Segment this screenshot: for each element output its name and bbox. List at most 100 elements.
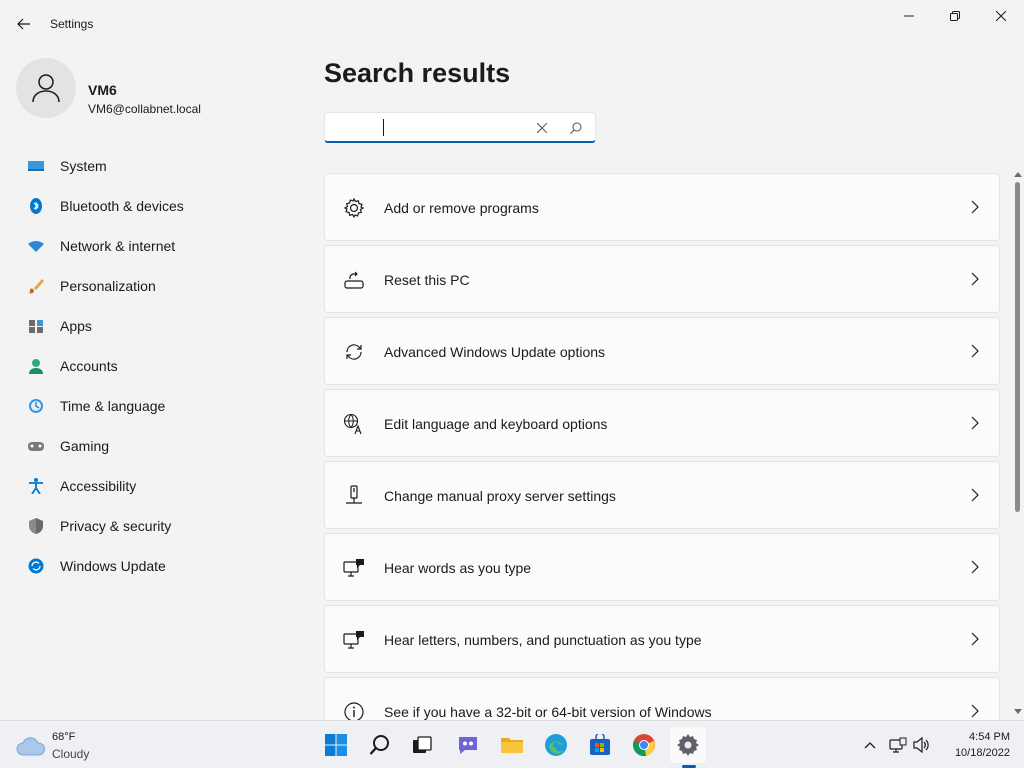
sidebar-item-accessibility[interactable]: Accessibility	[0, 466, 300, 506]
file-explorer-button[interactable]	[494, 727, 530, 763]
sidebar-item-label: Accessibility	[60, 478, 137, 494]
sidebar-item-network[interactable]: Network & internet	[0, 226, 300, 266]
gear-icon	[677, 734, 699, 756]
folder-icon	[501, 738, 523, 753]
result-proxy-server[interactable]: Change manual proxy server settings	[324, 461, 1000, 529]
page-title: Search results	[324, 58, 511, 88]
result-hear-words[interactable]: Hear words as you type	[324, 533, 1000, 601]
result-add-remove-programs[interactable]: Add or remove programs	[324, 173, 1000, 241]
sidebar-item-privacy-security[interactable]: Privacy & security	[0, 506, 300, 546]
search-input[interactable]	[333, 117, 513, 138]
close-icon	[996, 11, 1006, 21]
result-reset-pc[interactable]: Reset this PC	[324, 245, 1000, 313]
volume-tray-button[interactable]	[912, 735, 932, 755]
time-language-icon	[29, 399, 43, 413]
clear-search-button[interactable]	[533, 119, 551, 137]
chat-button[interactable]	[450, 727, 486, 763]
task-view-button[interactable]	[404, 727, 440, 763]
sidebar-item-label: Network & internet	[60, 238, 176, 254]
sync-icon	[346, 344, 362, 360]
avatar	[16, 58, 76, 118]
result-label: Hear letters, numbers, and punctuation a…	[384, 632, 702, 648]
weather-widget[interactable]: 68°F Cloudy	[16, 729, 136, 763]
brush-icon	[29, 279, 44, 294]
vertical-scrollbar[interactable]	[1012, 170, 1024, 718]
result-hear-letters[interactable]: Hear letters, numbers, and punctuation a…	[324, 605, 1000, 673]
result-language-keyboard[interactable]: Edit language and keyboard options	[324, 389, 1000, 457]
clock[interactable]: 4:54 PM 10/18/2022	[940, 729, 1010, 761]
result-label: Reset this PC	[384, 272, 470, 288]
accessibility-icon	[29, 478, 43, 494]
window-title: Settings	[50, 17, 94, 31]
sidebar-item-accounts[interactable]: Accounts	[0, 346, 300, 386]
narrator-icon	[343, 559, 364, 577]
user-profile[interactable]: VM6 VM6@collabnet.local	[16, 58, 296, 118]
chevron-right-icon	[971, 704, 979, 718]
search-button[interactable]	[567, 119, 585, 137]
taskbar-search-button[interactable]	[362, 727, 398, 763]
maximize-button[interactable]	[932, 0, 978, 32]
info-icon	[344, 702, 364, 720]
result-32-64-bit[interactable]: See if you have a 32-bit or 64-bit versi…	[324, 677, 1000, 720]
result-label: Advanced Windows Update options	[384, 344, 606, 360]
sidebar-item-label: Personalization	[60, 278, 156, 294]
sidebar-item-gaming[interactable]: Gaming	[0, 426, 300, 466]
sidebar-item-personalization[interactable]: Personalization	[0, 266, 300, 306]
windows-logo-icon	[325, 734, 347, 756]
scroll-down-arrow-icon[interactable]	[1014, 706, 1022, 716]
text-cursor	[383, 119, 384, 136]
sidebar-item-label: Privacy & security	[60, 518, 172, 534]
scroll-up-arrow-icon[interactable]	[1014, 170, 1022, 180]
shield-icon	[29, 518, 43, 534]
sidebar-item-system[interactable]: System	[0, 146, 300, 186]
back-button[interactable]	[10, 10, 38, 38]
sidebar-item-label: Apps	[60, 318, 92, 334]
chevron-right-icon	[971, 344, 979, 358]
sidebar-item-windows-update[interactable]: Windows Update	[0, 546, 300, 586]
search-box[interactable]	[324, 112, 596, 143]
gear-icon	[343, 197, 365, 219]
profile-email: VM6@collabnet.local	[88, 102, 201, 116]
sidebar-item-bluetooth-devices[interactable]: Bluetooth & devices	[0, 186, 300, 226]
store-button[interactable]	[582, 727, 618, 763]
speaker-icon	[913, 737, 929, 753]
restore-icon	[950, 11, 960, 21]
system-icon	[28, 161, 44, 171]
clock-date: 10/18/2022	[954, 747, 1010, 759]
clock-time: 4:54 PM	[969, 731, 1010, 743]
sidebar-item-label: Accounts	[60, 358, 118, 374]
sidebar-item-label: Bluetooth & devices	[60, 198, 184, 214]
result-advanced-windows-update[interactable]: Advanced Windows Update options	[324, 317, 1000, 385]
scroll-thumb[interactable]	[1015, 182, 1020, 512]
minimize-button[interactable]	[886, 0, 932, 32]
edge-button[interactable]	[538, 727, 574, 763]
sidebar-item-label: Time & language	[60, 398, 166, 414]
minimize-icon	[904, 15, 914, 17]
store-icon	[590, 734, 610, 755]
main-content: Search results Add or remove programs Re…	[300, 48, 1024, 720]
language-icon	[343, 413, 362, 435]
chevron-right-icon	[971, 632, 979, 646]
chrome-button[interactable]	[626, 727, 662, 763]
chevron-right-icon	[971, 272, 979, 286]
cloud-icon	[16, 737, 45, 756]
start-button[interactable]	[318, 727, 354, 763]
chevron-right-icon	[971, 560, 979, 574]
result-label: See if you have a 32-bit or 64-bit versi…	[384, 704, 712, 720]
taskbar: 68°F Cloudy 4:54 PM 10/18/2022	[0, 720, 1024, 768]
narrator-icon	[343, 631, 364, 649]
sidebar-item-time-language[interactable]: Time & language	[0, 386, 300, 426]
close-button[interactable]	[978, 0, 1024, 32]
chevron-right-icon	[971, 488, 979, 502]
apps-icon	[29, 320, 43, 333]
gamepad-icon	[28, 442, 44, 451]
settings-taskbar-button[interactable]	[670, 727, 706, 763]
sidebar-item-apps[interactable]: Apps	[0, 306, 300, 346]
network-tray-button[interactable]	[888, 735, 908, 755]
back-arrow-icon	[17, 18, 30, 30]
chevron-right-icon	[971, 416, 979, 430]
weather-description: Cloudy	[52, 747, 90, 761]
result-label: Hear words as you type	[384, 560, 532, 576]
update-icon	[28, 558, 44, 574]
show-hidden-icons-button[interactable]	[860, 735, 880, 755]
